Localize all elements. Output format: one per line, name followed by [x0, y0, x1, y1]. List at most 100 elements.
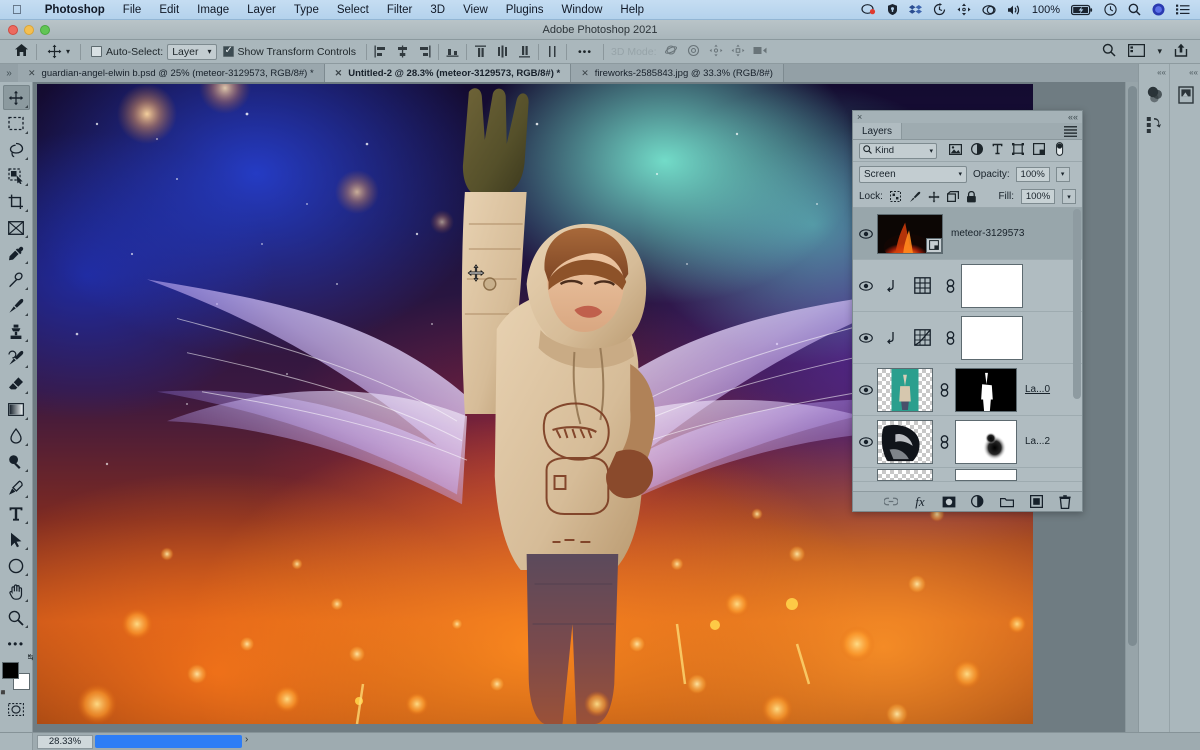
clock-icon[interactable]: [1104, 3, 1117, 16]
3d-scale-icon[interactable]: [753, 45, 767, 59]
gradient-map-adjustment-icon[interactable]: [905, 277, 939, 294]
frame-tool[interactable]: [3, 215, 30, 240]
dodge-tool[interactable]: [3, 449, 30, 474]
close-panel-icon[interactable]: ×: [857, 112, 862, 122]
align-left-edges-icon[interactable]: [374, 45, 387, 58]
default-colors-icon[interactable]: ◾: [0, 688, 8, 697]
display-arrows-icon[interactable]: [957, 3, 971, 16]
time-machine-icon[interactable]: [933, 3, 946, 16]
pen-tool[interactable]: [3, 475, 30, 500]
layer-row-la-2[interactable]: La...2: [853, 416, 1082, 468]
dropbox-icon[interactable]: [908, 4, 922, 16]
3d-roll-icon[interactable]: [687, 44, 701, 60]
layer-mask-thumbnail-la-0[interactable]: [955, 367, 1017, 412]
layer-thumbnail-la-2[interactable]: [877, 419, 933, 464]
show-transform-checkbox[interactable]: [222, 45, 234, 57]
layer-mask-thumbnail[interactable]: [961, 263, 1023, 308]
3d-slide-icon[interactable]: [731, 44, 745, 60]
opacity-slider-chevron[interactable]: ▾: [1055, 166, 1070, 182]
layer-filter-kind-dropdown[interactable]: Kind ▾: [859, 142, 937, 159]
spotlight-search-icon[interactable]: [1128, 3, 1141, 16]
canvas-horizontal-scroll-thumb[interactable]: [95, 735, 242, 748]
shield-icon[interactable]: [887, 3, 898, 16]
move-tool[interactable]: [2, 85, 30, 110]
crop-tool[interactable]: [3, 189, 30, 214]
canvas-horizontal-scrollbar[interactable]: ›: [95, 734, 1194, 748]
quick-selection-tool[interactable]: [3, 163, 30, 188]
close-tab-icon[interactable]: ✕: [581, 68, 589, 79]
layer-thumbnail-la-0[interactable]: [877, 367, 933, 412]
layer-mask-thumbnail-partial[interactable]: [955, 468, 1017, 481]
control-center-icon[interactable]: [1176, 4, 1190, 15]
distribute-bottom-icon[interactable]: [518, 45, 531, 58]
new-group-icon[interactable]: [1000, 495, 1014, 509]
new-adjustment-layer-icon[interactable]: [971, 495, 985, 509]
more-options-button[interactable]: •••: [574, 46, 596, 58]
volume-icon[interactable]: [1007, 4, 1021, 16]
clone-stamp-tool[interactable]: [3, 319, 30, 344]
smart-object-filter-icon[interactable]: [1033, 143, 1046, 158]
home-icon[interactable]: [14, 43, 29, 60]
quick-mask-toggle[interactable]: [3, 697, 30, 722]
panel-menu-icon[interactable]: [1059, 123, 1082, 139]
menu-item-window[interactable]: Window: [553, 0, 612, 20]
distribute-vertical-centers-icon[interactable]: [496, 45, 509, 58]
3d-orbit-icon[interactable]: [664, 44, 679, 60]
current-tool-move-icon[interactable]: ▾: [44, 44, 73, 59]
menu-item-select[interactable]: Select: [328, 0, 378, 20]
layer-row-adjustment-1[interactable]: [853, 260, 1082, 312]
history-brush-tool[interactable]: [3, 345, 30, 370]
filter-toggle-icon[interactable]: [1054, 142, 1065, 159]
curves-adjustment-icon[interactable]: [905, 329, 939, 346]
auto-select-checkbox[interactable]: [91, 46, 103, 57]
menu-item-help[interactable]: Help: [611, 0, 653, 20]
menu-item-type[interactable]: Type: [285, 0, 328, 20]
ellipse-tool[interactable]: [3, 553, 30, 578]
apple-logo-icon[interactable]: : [12, 3, 22, 16]
workspace-icon[interactable]: [1128, 43, 1146, 60]
layer-mask-thumbnail[interactable]: [961, 315, 1023, 360]
close-tab-icon[interactable]: ✕: [335, 68, 343, 79]
document-tab-fireworks[interactable]: ✕ fireworks-2585843.jpg @ 33.3% (RGB/8#): [571, 64, 784, 82]
distribute-spacing-icon[interactable]: [546, 45, 559, 58]
menu-item-layer[interactable]: Layer: [238, 0, 285, 20]
spot-healing-brush-tool[interactable]: [3, 267, 30, 292]
share-icon[interactable]: [1174, 43, 1188, 60]
lasso-tool[interactable]: [3, 137, 30, 162]
zoom-tool[interactable]: [3, 605, 30, 630]
layer-name-meteor[interactable]: meteor-3129573: [943, 228, 1024, 239]
minimize-window-button[interactable]: [24, 25, 34, 35]
add-layer-style-fx-icon[interactable]: fx: [913, 494, 927, 509]
layers-scrollbar[interactable]: [1073, 209, 1081, 490]
tab-layers[interactable]: Layers: [853, 123, 903, 139]
align-top-edges-icon[interactable]: [446, 45, 459, 58]
layer-list[interactable]: meteor-3129573 La...0 La...2: [853, 208, 1082, 491]
scroll-right-arrow-icon[interactable]: ›: [245, 734, 248, 745]
layer-visibility-toggle[interactable]: [855, 436, 877, 447]
lock-transparent-pixels-icon[interactable]: [890, 191, 902, 203]
layer-mask-thumbnail-la-2[interactable]: [955, 419, 1017, 464]
libraries-icon[interactable]: [1139, 110, 1170, 140]
new-layer-icon[interactable]: [1029, 495, 1043, 509]
zoom-level-field[interactable]: 28.33%: [37, 734, 93, 749]
menu-item-photoshop[interactable]: Photoshop: [36, 0, 114, 20]
layer-visibility-toggle[interactable]: [855, 280, 877, 291]
battery-icon[interactable]: [1071, 4, 1093, 16]
lock-all-icon[interactable]: [966, 190, 978, 203]
layer-row-adjustment-2[interactable]: [853, 312, 1082, 364]
canvas-vertical-scrollbar[interactable]: [1125, 82, 1138, 732]
layer-mask-link-icon[interactable]: [933, 434, 955, 449]
layer-row-la-0[interactable]: La...0: [853, 364, 1082, 416]
adjustment-layer-filter-icon[interactable]: [970, 142, 984, 158]
color-wheel-icon[interactable]: [1139, 80, 1170, 110]
hand-tool[interactable]: [3, 579, 30, 604]
path-selection-tool[interactable]: [3, 527, 30, 552]
link-layers-icon[interactable]: [884, 495, 898, 509]
menu-item-edit[interactable]: Edit: [150, 0, 188, 20]
brush-tool[interactable]: [3, 293, 30, 318]
document-tab-guardian-angel[interactable]: ✕ guardian-angel-elwin b.psd @ 25% (mete…: [18, 64, 325, 82]
pixel-layer-filter-icon[interactable]: [949, 143, 963, 158]
layer-thumbnail-meteor[interactable]: [877, 213, 943, 254]
layer-row-partial[interactable]: [853, 468, 1082, 482]
opacity-field[interactable]: 100%: [1015, 166, 1050, 182]
